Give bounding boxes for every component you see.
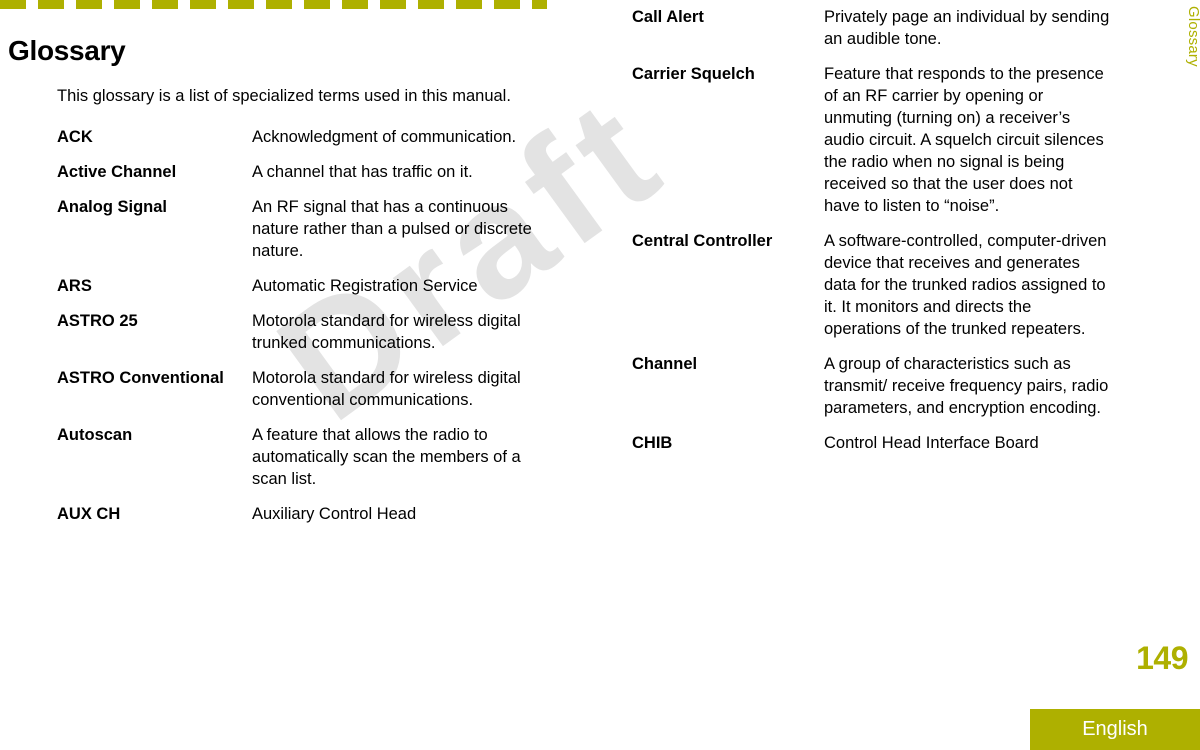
- glossary-definition: Auxiliary Control Head: [252, 505, 417, 523]
- glossary-entry: Central Controller A software-controlled,…: [632, 230, 1112, 340]
- glossary-term: Central Controller: [632, 232, 773, 250]
- glossary-entry: Active Channel A channel that has traffic…: [57, 161, 557, 183]
- glossary-entry: ASTRO Conventional Motorola standard for …: [57, 367, 557, 411]
- glossary-term: Autoscan: [57, 426, 133, 444]
- glossary-entry: ASTRO 25 Motorola standard for wireless d…: [57, 310, 557, 354]
- glossary-term: AUX CH: [57, 505, 121, 523]
- glossary-entry: CHIB Control Head Interface Board: [632, 432, 1112, 454]
- glossary-entry: AUX CH Auxiliary Control Head: [57, 503, 557, 525]
- glossary-entry: Analog Signal An RF signal that has a con…: [57, 196, 557, 262]
- glossary-definition: Motorola standard for wireless digital c…: [252, 369, 521, 409]
- language-badge-label: English: [1082, 718, 1148, 740]
- glossary-column-right: Call Alert Privately page an individual b…: [632, 6, 1112, 467]
- glossary-definition: Privately page an individual by sending …: [824, 8, 1110, 48]
- glossary-definition: A feature that allows the radio to autom…: [252, 426, 521, 488]
- glossary-term: Active Channel: [57, 163, 177, 181]
- glossary-entry: Channel A group of characteristics such a…: [632, 353, 1112, 419]
- glossary-entry: Autoscan A feature that allows the radio …: [57, 424, 557, 490]
- side-chapter-tab-label: Glossary: [1185, 6, 1200, 67]
- glossary-term: Carrier Squelch: [632, 65, 755, 83]
- glossary-definition: A channel that has traffic on it.: [252, 163, 473, 181]
- glossary-term: ARS: [57, 277, 92, 295]
- glossary-entry: Call Alert Privately page an individual b…: [632, 6, 1112, 50]
- glossary-term: Channel: [632, 355, 698, 373]
- language-badge: English: [1030, 709, 1200, 750]
- glossary-term: CHIB: [632, 434, 673, 452]
- glossary-definition: Feature that responds to the presence of…: [824, 65, 1104, 215]
- glossary-term: ACK: [57, 128, 93, 146]
- glossary-term: ASTRO Conventional: [57, 369, 224, 387]
- glossary-entry: ACK Acknowledgment of communication.: [57, 126, 557, 148]
- top-decorative-rule: [0, 0, 547, 9]
- glossary-entry: ARS Automatic Registration Service: [57, 275, 557, 297]
- intro-paragraph: This glossary is a list of specialized t…: [57, 86, 511, 105]
- page-number: 149: [1136, 640, 1188, 676]
- glossary-definition: Automatic Registration Service: [252, 277, 478, 295]
- glossary-definition: Motorola standard for wireless digital t…: [252, 312, 521, 352]
- glossary-term: Call Alert: [632, 8, 704, 26]
- glossary-entry: Carrier Squelch Feature that responds to …: [632, 63, 1112, 217]
- glossary-definition: A software-controlled, computer-driven d…: [824, 232, 1107, 338]
- glossary-definition: Control Head Interface Board: [824, 434, 1039, 452]
- glossary-term: Analog Signal: [57, 198, 168, 216]
- glossary-definition: An RF signal that has a continuous natur…: [252, 198, 532, 260]
- page-title: Glossary: [8, 34, 126, 66]
- glossary-column-left: ACK Acknowledgment of communication. Activ…: [57, 126, 557, 538]
- glossary-term: ASTRO 25: [57, 312, 138, 330]
- side-chapter-tab: Glossary: [1172, 6, 1200, 126]
- glossary-definition: Acknowledgment of communication.: [252, 128, 517, 146]
- glossary-definition: A group of characteristics such as trans…: [824, 355, 1109, 417]
